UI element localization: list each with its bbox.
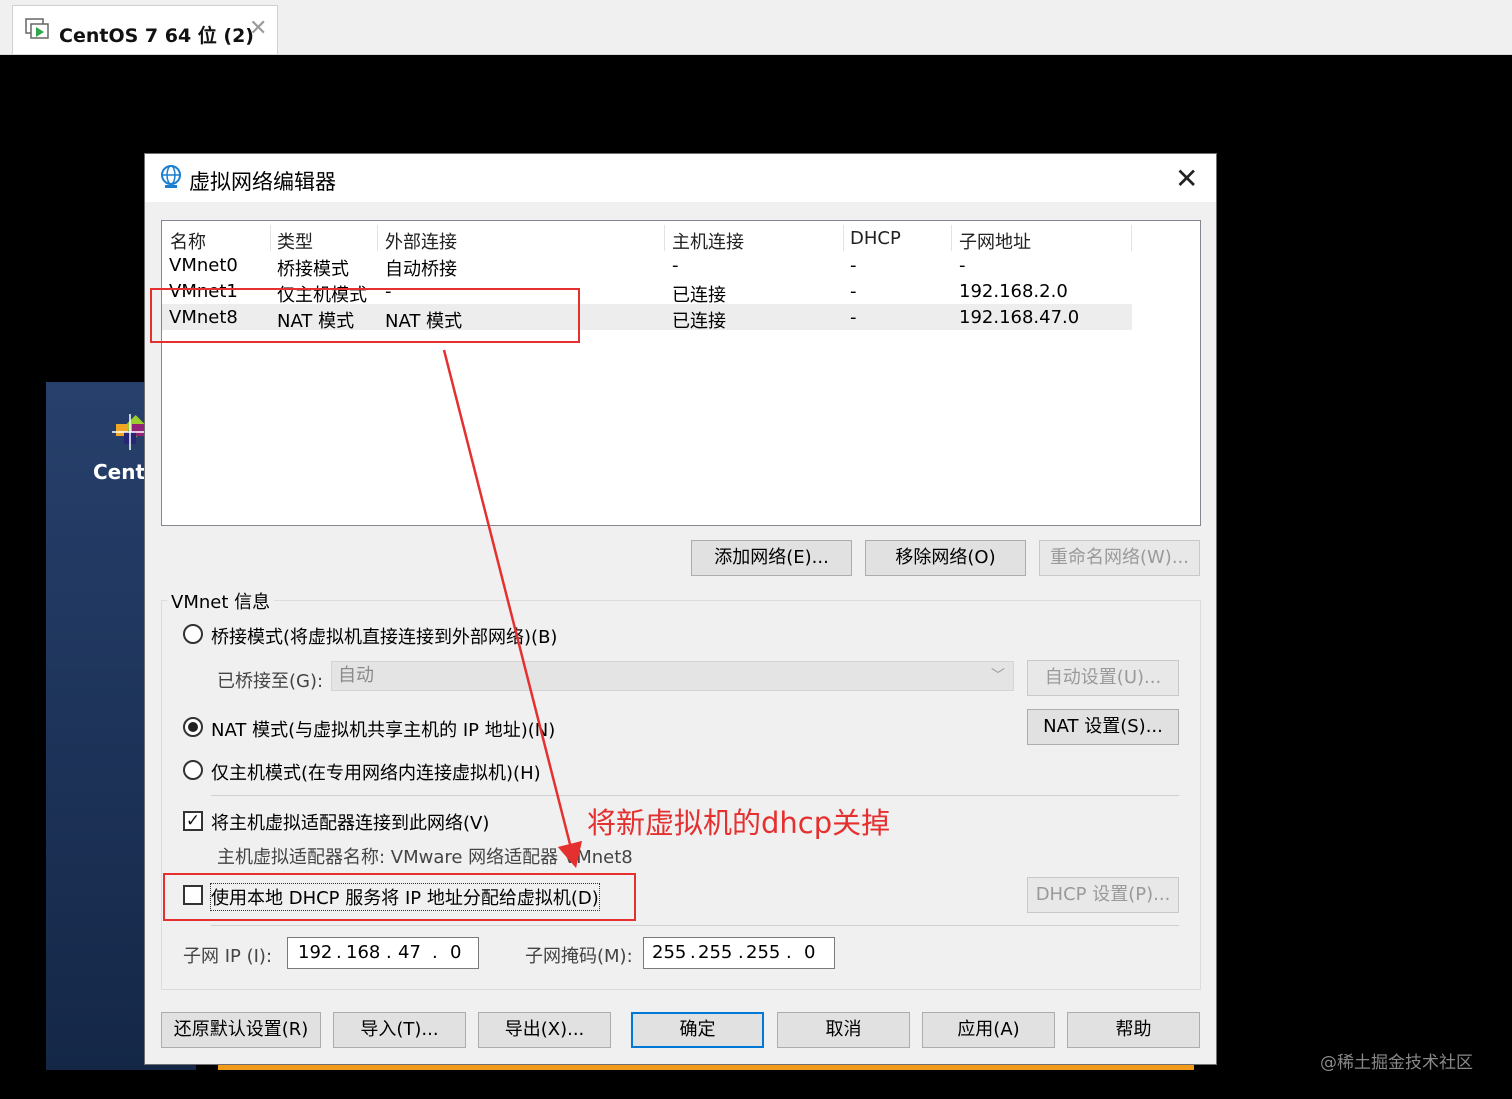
annotation-arrow [442, 349, 583, 869]
annotation-text: 将新虚拟机的dhcp关掉 [587, 806, 891, 840]
